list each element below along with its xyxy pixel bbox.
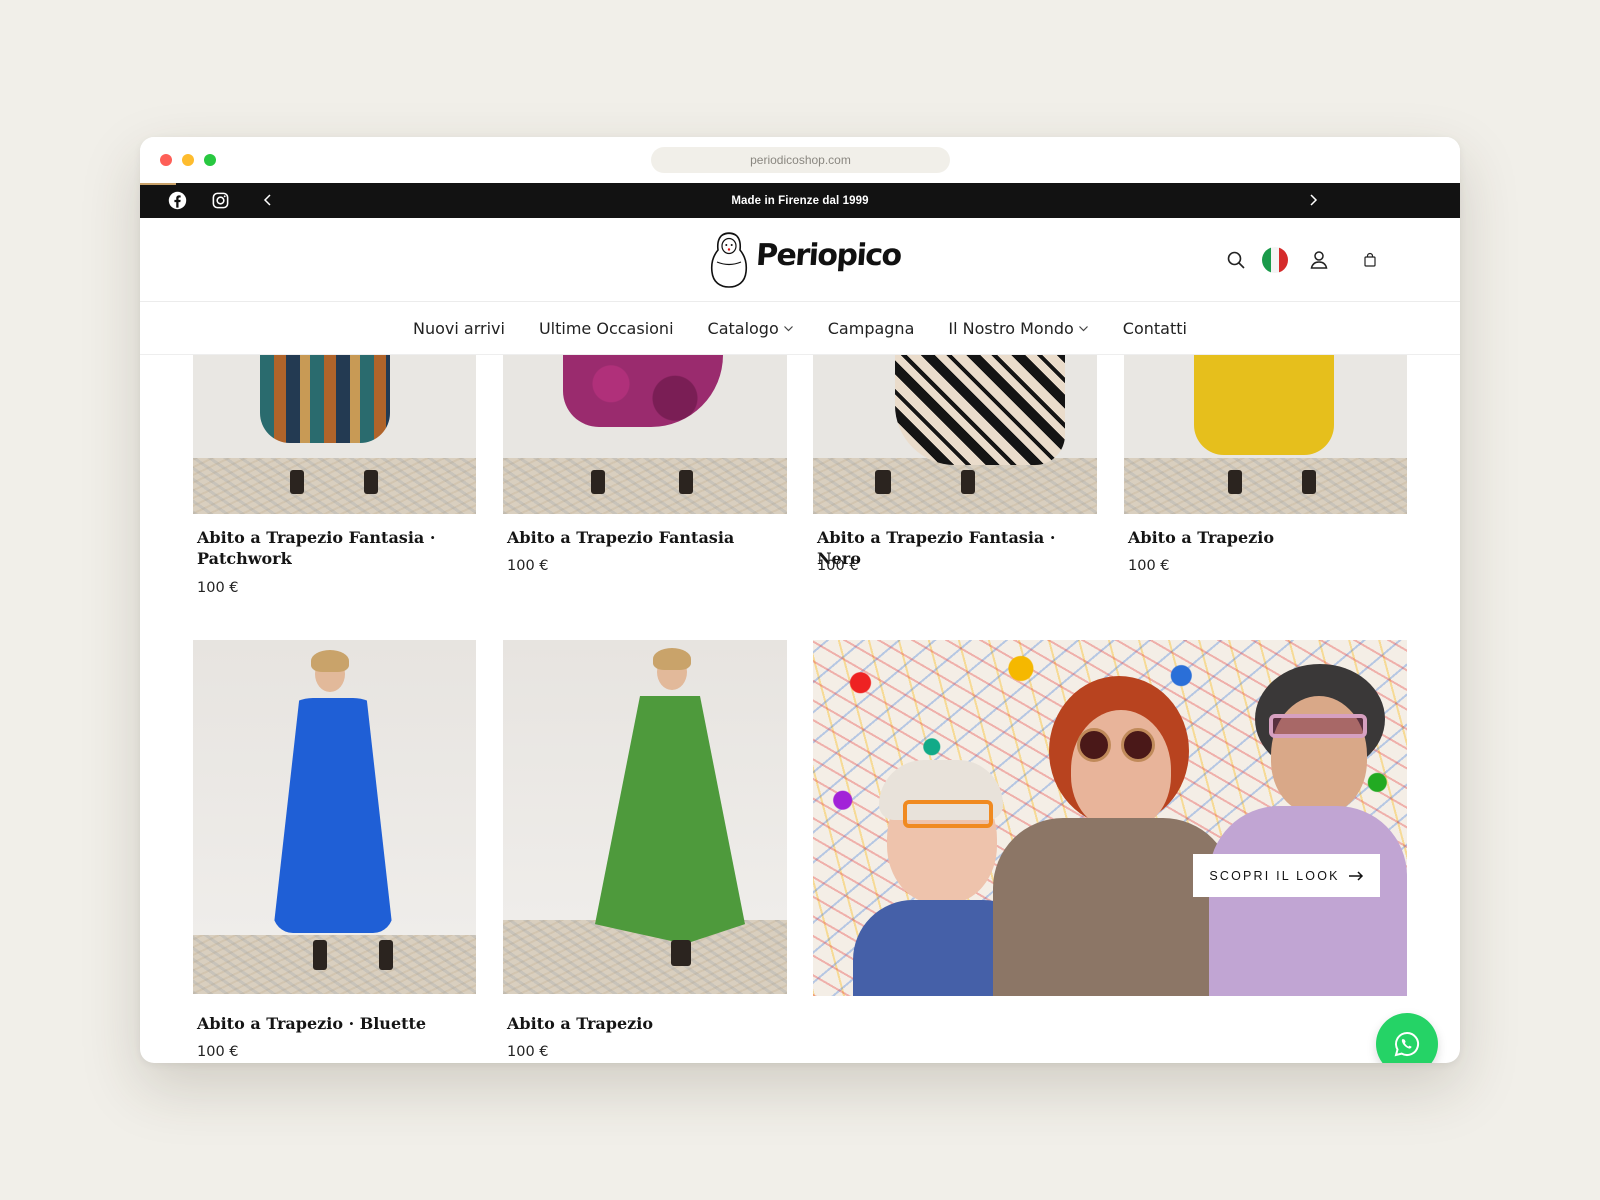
product-price: 100 € (507, 558, 549, 574)
chevron-down-icon (1078, 325, 1088, 331)
nav-label: Campagna (827, 318, 915, 338)
nav-item-nuovi-arrivi[interactable]: Nuovi arrivi (413, 319, 505, 338)
product-image-patchwork[interactable] (193, 355, 476, 514)
address-bar[interactable]: periodicoshop.com (651, 147, 950, 173)
browser-window: periodicoshop.com Made in Firenze dal 19… (140, 137, 1460, 1063)
product-image-fantasia[interactable] (503, 355, 787, 514)
arrow-right-icon (1348, 870, 1363, 881)
main-navigation: Nuovi arrivi Ultime Occasioni Catalogo C… (140, 302, 1460, 355)
nav-item-il-nostro-mondo[interactable]: Il Nostro Mondo (948, 319, 1088, 338)
logo-wordmark: Periopico (754, 238, 902, 273)
close-window-button[interactable] (160, 154, 172, 166)
product-title[interactable]: Abito a Trapezio (1128, 527, 1398, 548)
italy-flag-icon[interactable] (1261, 246, 1289, 274)
title-bar: periodicoshop.com (140, 137, 1460, 183)
product-title[interactable]: Abito a Trapezio Fantasia · Patchwork (197, 527, 467, 569)
nav-item-contatti[interactable]: Contatti (1123, 319, 1187, 338)
product-price: 100 € (197, 1044, 239, 1060)
campaign-image[interactable] (813, 640, 1407, 996)
product-title[interactable]: Abito a Trapezio Fantasia (507, 527, 777, 548)
product-image-trapezio-yellow[interactable] (1124, 355, 1407, 514)
nav-label: Il Nostro Mondo (948, 318, 1074, 338)
site-logo[interactable]: Periopico (709, 230, 902, 290)
chevron-down-icon (783, 325, 793, 331)
nav-label: Ultime Occasioni (538, 318, 674, 338)
matryoshka-logo-icon (710, 232, 748, 288)
product-price: 100 € (817, 558, 859, 574)
nav-label: Contatti (1122, 318, 1187, 338)
product-grid: Abito a Trapezio Fantasia · Patchwork 10… (140, 355, 1460, 1063)
minimize-window-button[interactable] (182, 154, 194, 166)
cart-icon[interactable] (1362, 252, 1378, 268)
product-image-bluette[interactable] (193, 640, 476, 994)
product-price: 100 € (1128, 558, 1170, 574)
product-price: 100 € (197, 580, 239, 596)
product-title[interactable]: Abito a Trapezio Fantasia · Nero (817, 527, 1097, 569)
product-image-nero[interactable] (813, 355, 1097, 514)
maximize-window-button[interactable] (204, 154, 216, 166)
site-header: Periopico (140, 218, 1460, 302)
nav-item-catalogo[interactable]: Catalogo (708, 319, 794, 338)
search-icon[interactable] (1224, 248, 1248, 272)
product-title[interactable]: Abito a Trapezio · Bluette (197, 1013, 467, 1034)
nav-label: Catalogo (707, 318, 779, 338)
whatsapp-icon (1394, 1031, 1419, 1057)
account-icon[interactable] (1307, 248, 1331, 272)
nav-item-ultime-occasioni[interactable]: Ultime Occasioni (539, 319, 674, 338)
nav-item-campagna[interactable]: Campagna (828, 319, 915, 338)
nav-label: Nuovi arrivi (413, 318, 505, 338)
product-image-trapezio-green[interactable] (503, 640, 787, 994)
product-price: 100 € (507, 1044, 549, 1060)
button-label: SCOPRI IL LOOK (1209, 868, 1340, 883)
announcement-bar: Made in Firenze dal 1999 (140, 183, 1460, 218)
chevron-right-icon[interactable] (1306, 193, 1320, 207)
announcement-text: Made in Firenze dal 1999 (731, 194, 869, 207)
scopri-il-look-button[interactable]: SCOPRI IL LOOK (1193, 854, 1380, 897)
whatsapp-chat-button[interactable] (1376, 1013, 1438, 1063)
product-title[interactable]: Abito a Trapezio (507, 1013, 777, 1034)
